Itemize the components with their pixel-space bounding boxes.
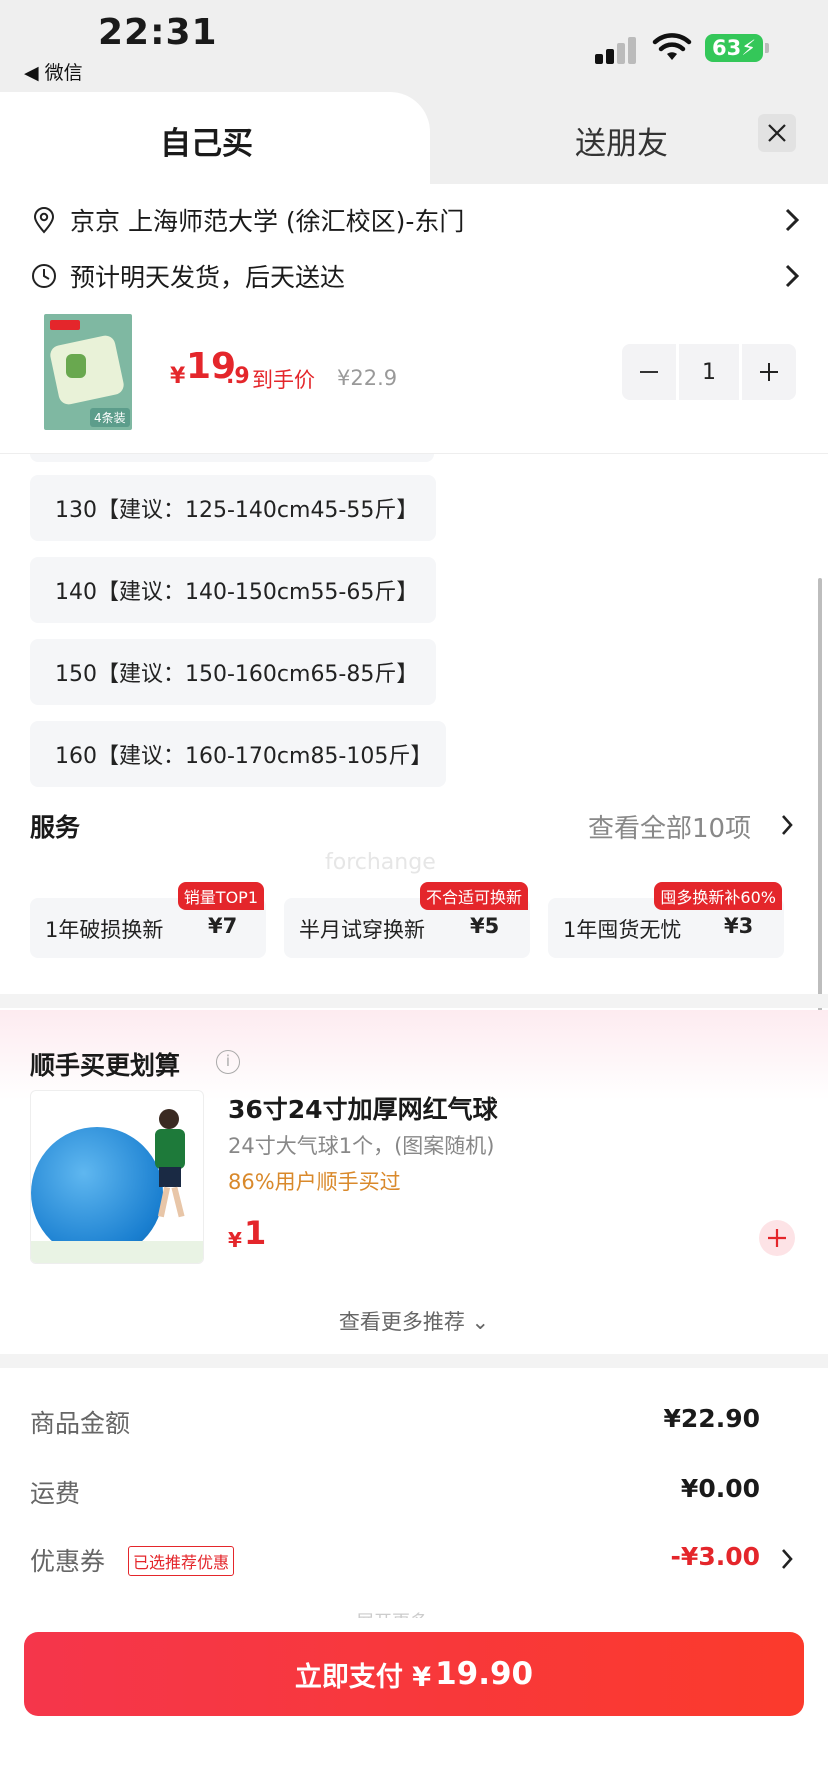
tab-buy-for-self[interactable]: 自己买 — [0, 92, 430, 184]
services-title: 服务 — [30, 813, 81, 842]
plus-icon — [768, 1229, 786, 1247]
shipping-label: 运费 — [30, 1479, 81, 1508]
product-thumbnail[interactable]: 4条装 — [44, 314, 132, 430]
pay-now-button[interactable]: 立即支付 ¥19.90 — [24, 1632, 804, 1716]
bundle-price-currency: ¥ — [228, 1228, 242, 1252]
goods-amount-label: 商品金额 — [30, 1409, 131, 1438]
minus-icon — [640, 371, 658, 373]
original-price: ¥22.9 — [337, 366, 398, 390]
services-view-all-link[interactable]: 查看全部10项 — [588, 808, 751, 845]
price-currency: ¥ — [170, 364, 186, 389]
address-text: 京京 上海师范大学 (徐汇校区)-东门 — [70, 207, 465, 236]
bundle-recommendation: 顺手买更划算 i 36寸24寸加厚网红气球 24寸大气球1个，(图案随机) 86… — [0, 1010, 828, 1350]
service-name: 半月试穿换新 — [299, 918, 425, 942]
service-option-trial-exchange[interactable]: 不合适可换新 半月试穿换新 ¥5 — [284, 882, 530, 958]
chevron-right-icon[interactable] — [780, 814, 794, 836]
bundle-item-image[interactable] — [30, 1090, 204, 1264]
close-button[interactable] — [758, 114, 796, 152]
bundle-social-proof: 86%用户顺手买过 — [228, 1170, 401, 1194]
add-bundle-item-button[interactable] — [759, 1220, 795, 1256]
service-badge: 不合适可换新 — [419, 882, 528, 910]
service-price: ¥7 — [208, 914, 238, 938]
product-thumb-caption: 4条装 — [90, 408, 130, 427]
quantity-value[interactable]: 1 — [679, 344, 739, 400]
delivery-estimate-row[interactable]: 预计明天发货，后天送达 — [30, 254, 800, 298]
tab-gift-to-friend[interactable]: 送朋友 — [575, 118, 668, 163]
size-option-150[interactable]: 150【建议：150-160cm65-85斤】 — [30, 639, 436, 705]
pay-button-label: 立即支付 ¥ — [294, 1661, 432, 1693]
more-recommendations-link[interactable]: 查看更多推荐 ⌄ — [0, 1306, 828, 1336]
service-badge: 销量TOP1 — [177, 882, 264, 910]
service-price: ¥3 — [724, 914, 754, 938]
battery-icon: 63⚡ — [705, 34, 769, 62]
size-option-partial — [30, 454, 434, 462]
goods-amount-value: ¥22.90 — [663, 1404, 760, 1433]
section-divider — [0, 994, 828, 1008]
chevron-right-icon — [785, 208, 800, 232]
chevron-right-icon — [785, 264, 800, 288]
service-price: ¥5 — [470, 914, 500, 938]
coupon-label[interactable]: 优惠券 — [30, 1542, 105, 1578]
chevron-right-icon[interactable] — [780, 1548, 794, 1570]
service-badge: 囤多换新补60% — [654, 882, 782, 910]
bundle-item-name[interactable]: 36寸24寸加厚网红气球 — [228, 1090, 498, 1126]
pay-amount: 19.90 — [435, 1656, 534, 1692]
quantity-decrease-button[interactable] — [622, 344, 676, 400]
shipping-value: ¥0.00 — [680, 1474, 760, 1503]
service-option-stock-worry-free[interactable]: 囤多换新补60% 1年囤货无忧 ¥3 — [548, 882, 784, 958]
quantity-stepper: 1 — [622, 344, 796, 400]
service-name: 1年破损换新 — [45, 918, 164, 942]
price-tag-label: 到手价 — [252, 368, 315, 392]
service-name: 1年囤货无忧 — [563, 918, 682, 942]
expand-more-partial: 展开更多 — [356, 1608, 428, 1618]
bundle-item-description: 24寸大气球1个，(图案随机) — [228, 1134, 495, 1158]
bundle-title: 顺手买更划算 — [30, 1051, 181, 1080]
purchase-mode-tabs: 自己买 送朋友 — [0, 92, 828, 184]
bundle-item-price: 1 — [244, 1214, 267, 1252]
delivery-estimate-text: 预计明天发货，后天送达 — [70, 263, 346, 292]
size-option-140[interactable]: 140【建议：140-150cm55-65斤】 — [30, 557, 436, 623]
cellular-signal-icon — [595, 36, 641, 64]
size-option-130[interactable]: 130【建议：125-140cm45-55斤】 — [30, 475, 436, 541]
plus-icon — [760, 363, 778, 381]
battery-level: 63 — [712, 36, 742, 60]
service-option-damage-replace[interactable]: 销量TOP1 1年破损换新 ¥7 — [30, 882, 266, 958]
size-option-160[interactable]: 160【建议：160-170cm85-105斤】 — [30, 721, 446, 787]
info-icon[interactable]: i — [216, 1050, 240, 1074]
watermark: forchange — [325, 850, 436, 875]
coupon-selected-tag: 已选推荐优惠 — [128, 1546, 235, 1576]
product-summary: 4条装 ¥ 19 .9 到手价 ¥22.9 1 — [0, 306, 828, 454]
section-divider — [0, 1354, 828, 1368]
wifi-icon — [652, 33, 692, 60]
quantity-increase-button[interactable] — [742, 344, 796, 400]
close-icon — [768, 124, 786, 142]
back-to-wechat-link[interactable]: ◀ 微信 — [24, 58, 83, 85]
coupon-value[interactable]: -¥3.00 — [671, 1542, 760, 1571]
address-row[interactable]: 京京 上海师范大学 (徐汇校区)-东门 — [30, 198, 800, 242]
price-decimal: .9 — [226, 364, 250, 389]
status-time: 22:31 — [98, 12, 218, 53]
tab-buy-for-self-label: 自己买 — [160, 126, 253, 162]
clock-icon — [32, 264, 56, 288]
location-pin-icon — [33, 207, 55, 234]
status-bar: 22:31 ◀ 微信 63⚡ — [0, 0, 828, 92]
